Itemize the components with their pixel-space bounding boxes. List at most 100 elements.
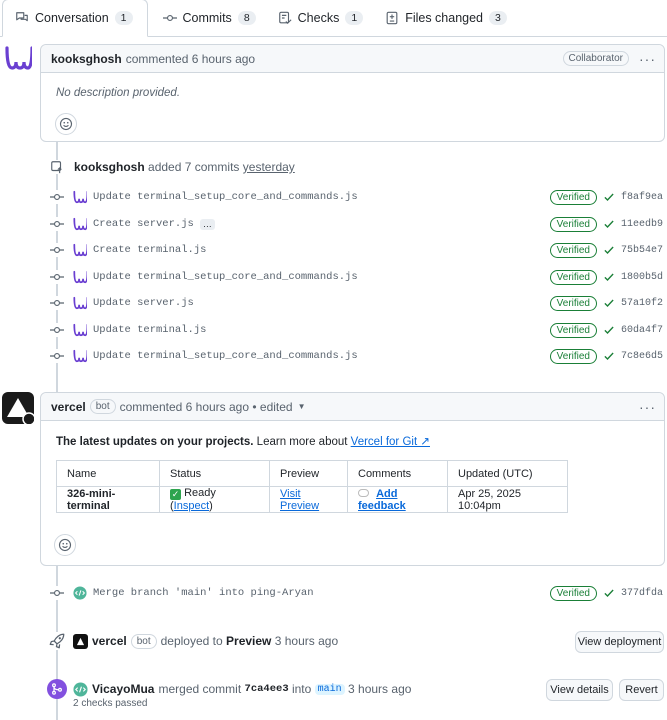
commit-sha[interactable]: 377dfda — [621, 588, 667, 599]
verified-badge[interactable]: Verified — [549, 242, 597, 258]
commit-sha[interactable]: 11eedb9 — [621, 219, 667, 230]
commit-group-author[interactable]: kooksghosh — [74, 160, 145, 174]
user-avatar-icon[interactable] — [73, 296, 87, 310]
visit-preview-link[interactable]: Visit Preview — [280, 488, 319, 512]
commit-message[interactable]: Create server.js — [93, 218, 194, 230]
commit-sha[interactable]: 57a10f2 — [621, 298, 667, 309]
verified-badge[interactable]: Verified — [549, 189, 597, 205]
comment-meta[interactable]: commented 6 hours ago • edited — [120, 400, 293, 414]
bot-avatar-icon[interactable] — [73, 586, 87, 600]
status-cell: ✓ Ready (Inspect) — [159, 486, 270, 513]
branch-name[interactable]: main — [314, 683, 345, 695]
more-options-icon[interactable]: ··· — [639, 51, 656, 67]
expand-message-button[interactable]: … — [199, 218, 215, 230]
comment-author[interactable]: vercel — [51, 400, 86, 414]
comment-bubble-icon — [358, 488, 369, 497]
verified-badge[interactable]: Verified — [549, 348, 597, 364]
table-header-row: Name Status Preview Comments Updated (UT… — [56, 460, 568, 487]
merge-when[interactable]: 3 hours ago — [348, 682, 411, 696]
commit-sha[interactable]: 7c8e6d5 — [621, 351, 667, 362]
commit-message[interactable]: Create terminal.js — [93, 244, 206, 256]
avatar[interactable] — [2, 392, 36, 426]
commit-message[interactable]: Update terminal_setup_core_and_commands.… — [93, 350, 358, 362]
commit-row: Update terminal_setup_core_and_commands.… — [50, 346, 667, 366]
avatar[interactable] — [4, 44, 34, 72]
commit-row: Merge branch 'main' into ping-Aryan Veri… — [50, 583, 667, 603]
more-options-icon[interactable]: ··· — [639, 399, 656, 415]
repo-push-icon — [50, 160, 64, 174]
view-details-button[interactable]: View details — [546, 679, 613, 701]
verified-badge[interactable]: Verified — [549, 216, 597, 232]
checks-status[interactable]: 2 checks passed — [73, 698, 148, 709]
view-deployment-button[interactable]: View deployment — [575, 631, 664, 653]
commit-message[interactable]: Update terminal.js — [93, 324, 206, 336]
comment-meta[interactable]: commented 6 hours ago — [126, 52, 255, 66]
commit-group-header: kooksghosh added 7 commits yesterday — [50, 157, 295, 177]
user-avatar-icon[interactable] — [73, 323, 87, 337]
commit-icon — [50, 296, 64, 310]
verified-badge[interactable]: Verified — [549, 585, 597, 601]
pr-tabs: Conversation 1 Commits 8 Checks 1 Files … — [0, 0, 667, 37]
commit-sha[interactable]: 75b54e7 — [621, 245, 667, 256]
project-name: 326-mini-terminal — [56, 486, 160, 513]
commit-sha[interactable]: 1800b5d — [621, 272, 667, 283]
user-avatar-icon[interactable] — [73, 243, 87, 257]
verified-badge[interactable]: Verified — [549, 269, 597, 285]
commit-message[interactable]: Merge branch 'main' into ping-Aryan — [93, 587, 314, 599]
revert-button[interactable]: Revert — [619, 679, 664, 701]
commit-sha[interactable]: 60da4f7 — [621, 325, 667, 336]
bot-badge: bot — [130, 633, 157, 649]
commit-row: Create server.js … Verified 11eedb9 — [50, 214, 667, 234]
tab-conversation[interactable]: Conversation 1 — [2, 0, 148, 37]
commit-row: Update terminal.js Verified 60da4f7 — [50, 320, 667, 340]
merge-event: VicayoMua merged commit 7ca4ee3 into mai… — [73, 681, 411, 697]
commit-icon — [50, 190, 64, 204]
tab-commits[interactable]: Commits 8 — [152, 0, 267, 36]
check-icon[interactable] — [603, 218, 615, 230]
vercel-for-git-link[interactable]: Vercel for Git ↗ — [351, 436, 430, 448]
user-avatar-icon[interactable] — [73, 349, 87, 363]
add-reaction-button[interactable] — [55, 113, 77, 135]
deploy-target[interactable]: Preview — [226, 634, 271, 648]
check-icon[interactable] — [603, 297, 615, 309]
commit-meta: Verified 377dfda — [549, 585, 667, 601]
user-avatar-icon[interactable] — [73, 190, 87, 204]
commit-message[interactable]: Update terminal_setup_core_and_commands.… — [93, 191, 358, 203]
check-icon[interactable] — [603, 244, 615, 256]
column-header: Comments — [347, 460, 448, 487]
verified-badge[interactable]: Verified — [549, 295, 597, 311]
tab-checks[interactable]: Checks 1 — [267, 0, 375, 36]
add-reaction-button[interactable] — [54, 534, 76, 556]
check-icon[interactable] — [603, 587, 615, 599]
verified-badge[interactable]: Verified — [549, 322, 597, 338]
deploy-text: deployed to — [160, 634, 223, 648]
commit-message[interactable]: Update terminal_setup_core_and_commands.… — [93, 271, 358, 283]
deploy-event: vercel bot deployed to Preview 3 hours a… — [73, 632, 338, 650]
merge-commit-sha[interactable]: 7ca4ee3 — [245, 683, 289, 695]
commit-meta: Verified 75b54e7 — [549, 242, 667, 258]
comment-author[interactable]: kooksghosh — [51, 52, 122, 66]
check-icon[interactable] — [603, 191, 615, 203]
bot-avatar-icon[interactable] — [73, 681, 88, 697]
column-header: Name — [56, 460, 160, 487]
deploy-author[interactable]: vercel — [92, 634, 127, 648]
inspect-link[interactable]: Inspect — [174, 500, 209, 512]
commit-group-when[interactable]: yesterday — [243, 160, 295, 174]
vercel-logo-icon — [7, 398, 36, 426]
check-icon[interactable] — [603, 271, 615, 283]
commit-meta: Verified 60da4f7 — [549, 322, 667, 338]
commit-icon — [50, 349, 64, 363]
user-avatar-icon[interactable] — [73, 270, 87, 284]
rocket-icon — [48, 632, 66, 650]
deploy-when[interactable]: 3 hours ago — [275, 634, 338, 648]
updated-cell: Apr 25, 2025 10:04pm — [447, 486, 568, 513]
commit-message[interactable]: Update server.js — [93, 297, 194, 309]
commit-sha[interactable]: f8af9ea — [621, 192, 667, 203]
chevron-down-icon[interactable]: ▼ — [298, 402, 306, 411]
merge-author[interactable]: VicayoMua — [92, 682, 154, 696]
check-icon[interactable] — [603, 324, 615, 336]
tab-count: 3 — [489, 10, 507, 25]
tab-files-changed[interactable]: Files changed 3 — [374, 0, 518, 36]
user-avatar-icon[interactable] — [73, 217, 87, 231]
check-icon[interactable] — [603, 350, 615, 362]
